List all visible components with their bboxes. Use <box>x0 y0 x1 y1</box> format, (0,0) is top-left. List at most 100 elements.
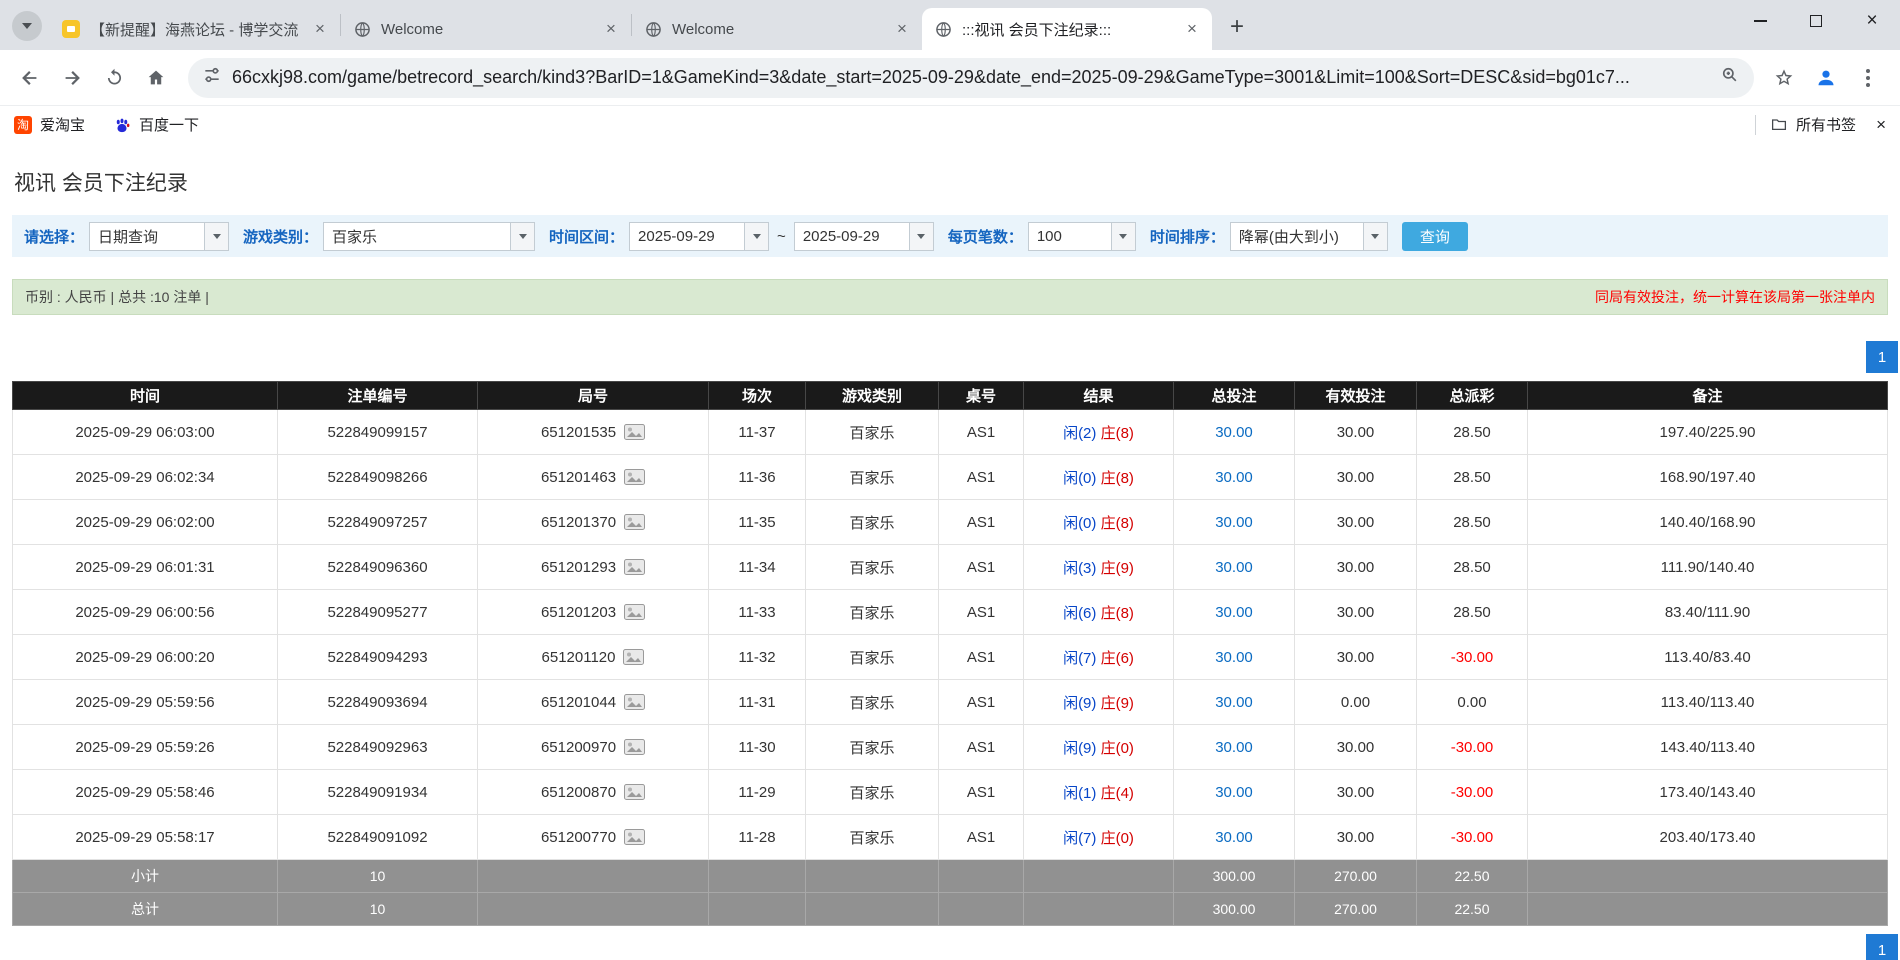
cell-total-bet: 30.00 <box>1174 770 1295 815</box>
sort-select[interactable]: 降幂(由大到小) <box>1230 222 1388 251</box>
close-window-button[interactable]: × <box>1844 0 1900 42</box>
video-replay-icon[interactable] <box>624 784 645 800</box>
url-text[interactable]: 66cxkj98.com/game/betrecord_search/kind3… <box>232 67 1710 88</box>
video-replay-icon[interactable] <box>623 649 644 665</box>
date-start-input[interactable]: 2025-09-29 <box>629 222 769 251</box>
query-type-select[interactable]: 日期查询 <box>89 222 229 251</box>
total-bet-link[interactable]: 30.00 <box>1215 784 1253 801</box>
video-replay-icon[interactable] <box>624 469 645 485</box>
column-header: 桌号 <box>939 382 1024 410</box>
round-number: 651201044 <box>541 694 616 711</box>
total-bet-link[interactable]: 30.00 <box>1215 514 1253 531</box>
video-replay-icon[interactable] <box>624 604 645 620</box>
cell-round: 651201044 <box>478 680 709 725</box>
all-bookmarks-label: 所有书签 <box>1796 114 1856 135</box>
all-bookmarks-button[interactable]: 所有书签 <box>1770 114 1856 135</box>
total-bet-link[interactable]: 30.00 <box>1215 469 1253 486</box>
total-count: 10 <box>278 893 478 926</box>
tab-close-icon[interactable]: × <box>601 19 621 39</box>
column-header: 总派彩 <box>1417 382 1528 410</box>
reload-button[interactable] <box>94 58 134 98</box>
game-type-select[interactable]: 百家乐 <box>323 222 535 251</box>
cell-time: 2025-09-29 06:03:00 <box>13 410 278 455</box>
maximize-button[interactable] <box>1788 0 1844 42</box>
cell-result: 闲(7) 庄(6) <box>1024 635 1174 680</box>
cell-game-type: 百家乐 <box>806 815 939 860</box>
video-replay-icon[interactable] <box>624 739 645 755</box>
bookmark-taobao[interactable]: 淘 爱淘宝 <box>14 114 85 135</box>
bet-row: 2025-09-29 06:01:31522849096360651201293… <box>13 545 1888 590</box>
page-1-button[interactable]: 1 <box>1866 934 1898 960</box>
chevron-down-icon[interactable] <box>204 223 228 250</box>
address-bar[interactable]: 66cxkj98.com/game/betrecord_search/kind3… <box>188 58 1754 98</box>
cell-bet-id: 522849096360 <box>278 545 478 590</box>
round-number: 651201535 <box>541 424 616 441</box>
total-bet-link[interactable]: 30.00 <box>1215 694 1253 711</box>
chevron-down-icon[interactable] <box>909 223 933 250</box>
bookmark-star-icon[interactable] <box>1764 58 1804 98</box>
per-page-select[interactable]: 100 <box>1028 222 1136 251</box>
chevron-down-icon[interactable] <box>510 223 534 250</box>
total-bet-link[interactable]: 30.00 <box>1215 739 1253 756</box>
tab-close-icon[interactable]: × <box>310 19 330 39</box>
video-replay-icon[interactable] <box>624 559 645 575</box>
profile-avatar[interactable] <box>1806 58 1846 98</box>
total-bet-link[interactable]: 30.00 <box>1215 604 1253 621</box>
site-settings-icon[interactable] <box>202 65 222 90</box>
tab-bet-records[interactable]: :::视讯 会员下注纪录::: × <box>922 8 1212 50</box>
filter-label-sort: 时间排序： <box>1150 226 1225 247</box>
total-bet-link[interactable]: 30.00 <box>1215 829 1253 846</box>
video-replay-icon[interactable] <box>624 694 645 710</box>
cell-remark: 143.40/113.40 <box>1528 725 1888 770</box>
bookmark-baidu[interactable]: 百度一下 <box>113 114 199 135</box>
tab-forum[interactable]: 【新提醒】海燕论坛 - 博学交流 × <box>50 8 340 50</box>
result-banker: 庄(9) <box>1101 560 1134 577</box>
forward-button[interactable] <box>52 58 92 98</box>
total-bet-link[interactable]: 30.00 <box>1215 649 1253 666</box>
tab-title: Welcome <box>381 21 595 38</box>
page-1-button[interactable]: 1 <box>1866 341 1898 373</box>
video-replay-icon[interactable] <box>624 514 645 530</box>
chevron-down-icon[interactable] <box>744 223 768 250</box>
subtotal-row: 小计 10 300.00 270.00 22.50 <box>13 860 1888 893</box>
video-replay-icon[interactable] <box>624 424 645 440</box>
bet-table-summary: 小计 10 300.00 270.00 22.50 总计 10 300.00 2… <box>13 860 1888 926</box>
home-button[interactable] <box>136 58 176 98</box>
minimize-button[interactable] <box>1732 0 1788 42</box>
close-icon[interactable]: × <box>1876 115 1886 135</box>
menu-dots-icon[interactable] <box>1848 58 1888 98</box>
back-button[interactable] <box>10 58 50 98</box>
new-tab-button[interactable]: + <box>1220 10 1254 44</box>
result-player: 闲(9) <box>1063 695 1096 712</box>
cell-total-bet: 30.00 <box>1174 545 1295 590</box>
search-button[interactable]: 查询 <box>1402 222 1468 251</box>
cell-remark: 111.90/140.40 <box>1528 545 1888 590</box>
chevron-down-icon[interactable] <box>1363 223 1387 250</box>
chevron-down-icon[interactable] <box>1111 223 1135 250</box>
cell-total-bet: 30.00 <box>1174 455 1295 500</box>
cell-round: 651200970 <box>478 725 709 770</box>
zoom-icon[interactable] <box>1720 65 1740 90</box>
date-end-input[interactable]: 2025-09-29 <box>794 222 934 251</box>
cell-remark: 203.40/173.40 <box>1528 815 1888 860</box>
bet-row: 2025-09-29 06:03:00522849099157651201535… <box>13 410 1888 455</box>
result-banker: 庄(8) <box>1101 605 1134 622</box>
cell-time: 2025-09-29 06:02:34 <box>13 455 278 500</box>
total-bet-link[interactable]: 30.00 <box>1215 559 1253 576</box>
cell-game-type: 百家乐 <box>806 590 939 635</box>
cell-valid-bet: 0.00 <box>1295 680 1417 725</box>
column-header: 总投注 <box>1174 382 1295 410</box>
result-banker: 庄(8) <box>1101 425 1134 442</box>
cell-remark: 140.40/168.90 <box>1528 500 1888 545</box>
cell-remark: 173.40/143.40 <box>1528 770 1888 815</box>
subtotal-total-bet: 300.00 <box>1174 860 1295 893</box>
notice-text: 同局有效投注，统一计算在该局第一张注单内 <box>1595 287 1875 307</box>
cell-bet-id: 522849097257 <box>278 500 478 545</box>
tab-welcome-1[interactable]: Welcome × <box>341 8 631 50</box>
tab-welcome-2[interactable]: Welcome × <box>632 8 922 50</box>
total-bet-link[interactable]: 30.00 <box>1215 424 1253 441</box>
video-replay-icon[interactable] <box>624 829 645 845</box>
tab-close-icon[interactable]: × <box>1182 19 1202 39</box>
tab-close-icon[interactable]: × <box>892 19 912 39</box>
tab-search-button[interactable] <box>12 11 42 41</box>
